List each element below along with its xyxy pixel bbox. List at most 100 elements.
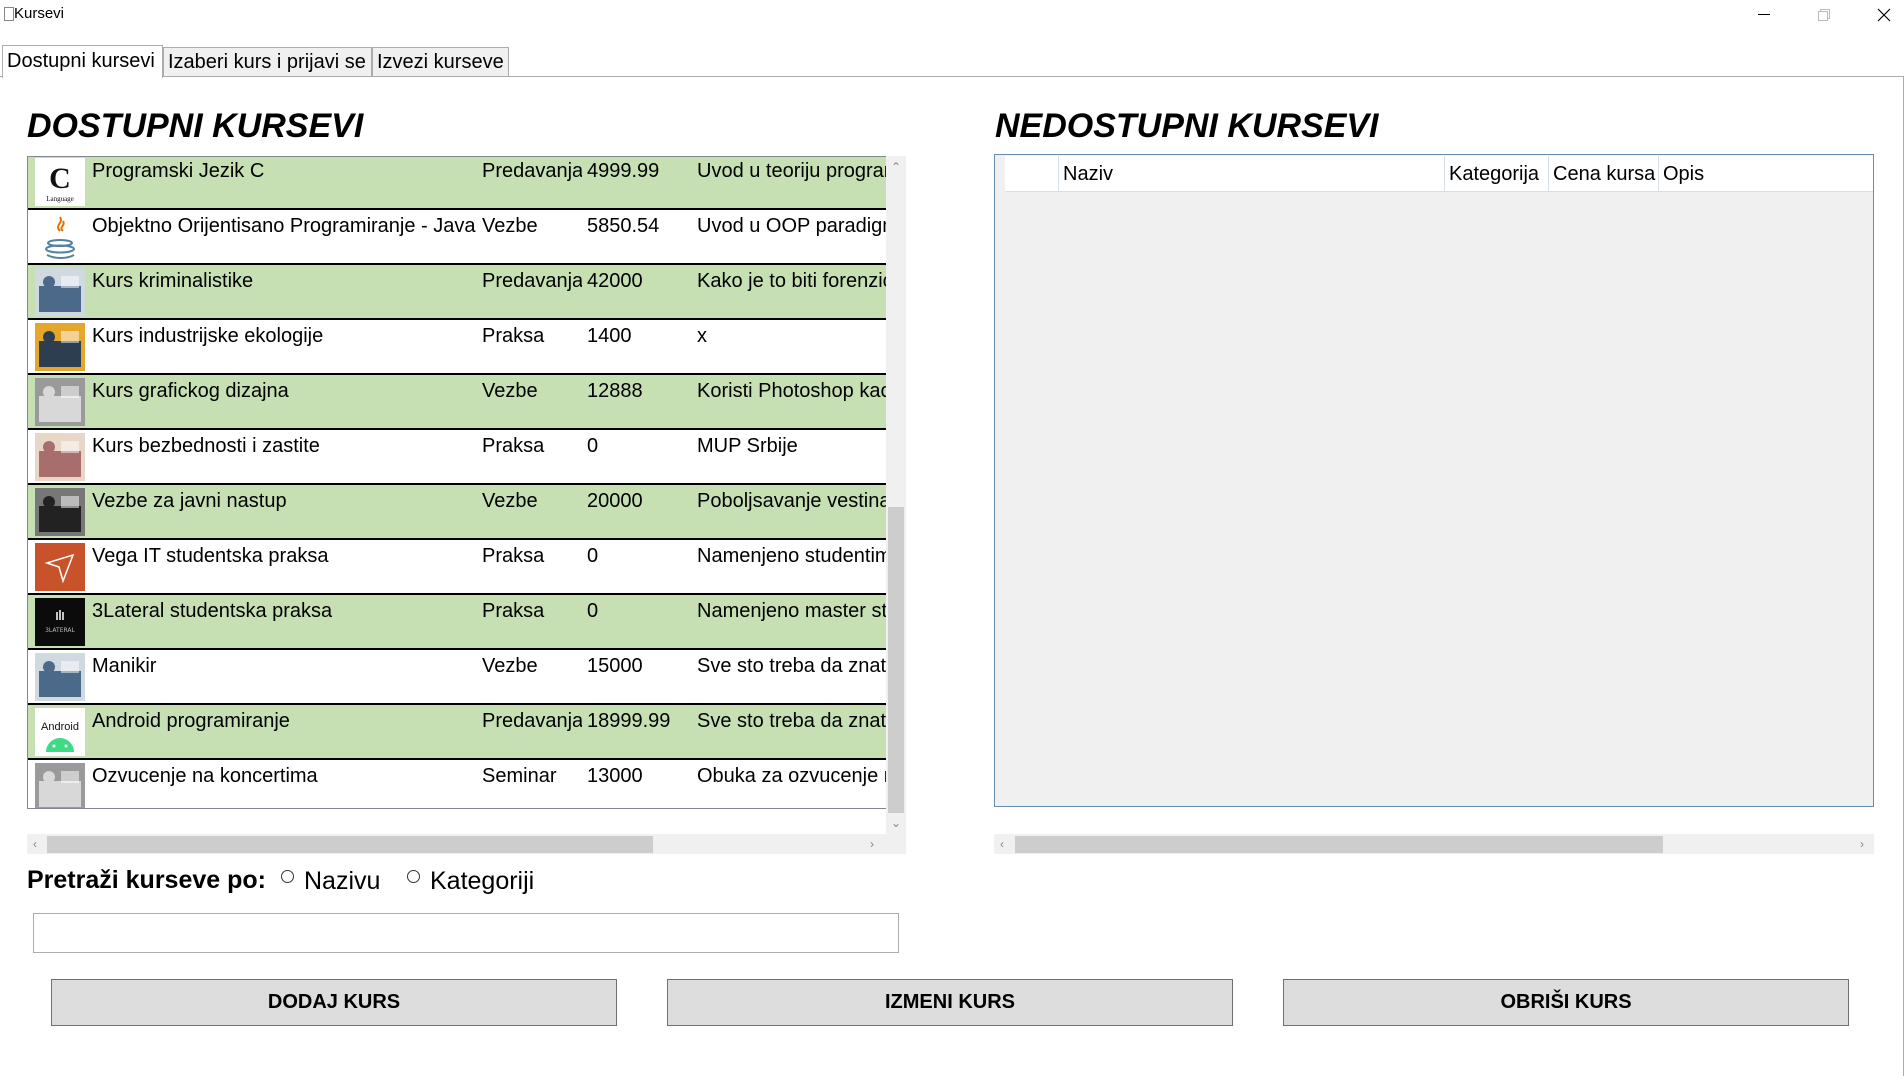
course-price: 1400 bbox=[587, 325, 632, 347]
tab-izaberi-kurs[interactable]: Izaberi kurs i prijavi se bbox=[163, 47, 372, 77]
course-category: Praksa bbox=[482, 600, 545, 622]
course-price: 13000 bbox=[587, 765, 643, 787]
course-category: Vezbe bbox=[482, 215, 538, 237]
list-item[interactable]: Kurs industrijske ekologije Praksa 1400 x bbox=[28, 320, 888, 375]
list-item[interactable]: Manikir Vezbe 15000 Sve sto treba da znate bbox=[28, 650, 888, 705]
course-thumbnail bbox=[35, 543, 85, 591]
course-name: Kurs industrijske ekologije bbox=[92, 325, 324, 347]
course-thumbnail bbox=[35, 323, 85, 371]
list-item[interactable]: Kurs grafickog dizajna Vezbe 12888 Koristi … bbox=[28, 375, 888, 430]
course-category: Praksa bbox=[482, 325, 545, 347]
radio-circle[interactable] bbox=[407, 870, 420, 883]
minimize-button[interactable] bbox=[1736, 0, 1792, 30]
list-horizontal-scrollbar[interactable]: ‹ › bbox=[27, 834, 906, 854]
list-item[interactable]: C Language Programski Jezik C Predavanja 499… bbox=[28, 157, 888, 210]
unavailable-courses-heading: NEDOSTUPNI KURSEVI bbox=[995, 107, 1379, 145]
course-name: Vega IT studentska praksa bbox=[92, 545, 329, 567]
tab-strip: Dostupni kursevi Izaberi kurs i prijavi … bbox=[0, 45, 1904, 78]
course-description: Namenjeno master studentima bbox=[697, 600, 888, 622]
course-name: Programski Jezik C bbox=[92, 160, 265, 182]
course-name: Manikir bbox=[92, 655, 157, 677]
course-category: Predavanja bbox=[482, 160, 582, 182]
grid-header-opis[interactable]: Opis bbox=[1659, 156, 1873, 191]
edit-course-button[interactable]: IZMENI KURS bbox=[667, 979, 1233, 1026]
radio-by-category[interactable]: Kategoriji bbox=[407, 867, 534, 896]
course-thumbnail bbox=[35, 488, 85, 536]
close-button[interactable] bbox=[1856, 0, 1904, 30]
course-thumbnail: 3LATERAL bbox=[35, 598, 85, 646]
list-item[interactable]: Kurs bezbednosti i zastite Praksa 0 MUP Srb… bbox=[28, 430, 888, 485]
maximize-button[interactable] bbox=[1796, 0, 1852, 30]
radio-by-name[interactable]: Nazivu bbox=[281, 867, 380, 896]
grid-header-kategorija[interactable]: Kategorija bbox=[1445, 156, 1549, 191]
available-courses-list[interactable]: C Language Programski Jezik C Predavanja 499… bbox=[27, 156, 906, 809]
radio-by-category-label[interactable]: Kategoriji bbox=[430, 867, 534, 896]
course-thumbnail bbox=[35, 378, 85, 426]
unavailable-courses-grid[interactable]: Naziv Kategorija Cena kursa Opis bbox=[994, 154, 1874, 807]
scroll-right-icon[interactable]: › bbox=[870, 834, 874, 854]
course-category: Praksa bbox=[482, 435, 545, 457]
close-icon bbox=[1877, 8, 1891, 22]
course-name: Kurs kriminalistike bbox=[92, 270, 254, 292]
list-item[interactable]: Ozvucenje na koncertima Seminar 13000 Obuka… bbox=[28, 760, 888, 808]
course-description: Obuka za ozvucenje na koncertima bbox=[697, 765, 888, 787]
grid-horizontal-scroll-thumb[interactable] bbox=[1015, 836, 1663, 853]
course-name: 3Lateral studentska praksa bbox=[92, 600, 333, 622]
svg-text:C: C bbox=[49, 162, 71, 195]
course-thumbnail: C Language bbox=[35, 158, 85, 206]
course-description: Sve sto treba da znate bbox=[697, 710, 888, 732]
scroll-up-icon[interactable]: ⌃ bbox=[891, 157, 901, 177]
course-name: Ozvucenje na koncertima bbox=[92, 765, 318, 787]
course-description: Kako je to biti forenzicar bbox=[697, 270, 888, 292]
course-price: 0 bbox=[587, 600, 599, 622]
course-price: 42000 bbox=[587, 270, 643, 292]
search-input[interactable] bbox=[33, 913, 899, 953]
list-vertical-scrollbar[interactable]: ⌃ ⌄ bbox=[886, 156, 906, 835]
list-vertical-scroll-thumb[interactable] bbox=[888, 507, 904, 813]
course-category: Vezbe bbox=[482, 490, 538, 512]
window-title: Kursevi bbox=[14, 5, 65, 22]
course-thumbnail: Android bbox=[35, 708, 85, 756]
course-price: 0 bbox=[587, 545, 599, 567]
course-name: Kurs bezbednosti i zastite bbox=[92, 435, 320, 457]
course-price: 15000 bbox=[587, 655, 643, 677]
list-item[interactable]: Kurs kriminalistike Predavanja 42000 Kako j… bbox=[28, 265, 888, 320]
radio-circle[interactable] bbox=[281, 870, 294, 883]
delete-course-button[interactable]: OBRIŠI KURS bbox=[1283, 979, 1849, 1026]
course-category: Vezbe bbox=[482, 655, 538, 677]
course-list-rows: C Language Programski Jezik C Predavanja 499… bbox=[28, 157, 888, 808]
course-name: Vezbe za javni nastup bbox=[92, 490, 287, 512]
scroll-right-icon[interactable]: › bbox=[1860, 834, 1864, 854]
course-category: Vezbe bbox=[482, 380, 538, 402]
tab-dostupni-kursevi[interactable]: Dostupni kursevi bbox=[2, 45, 163, 78]
course-thumbnail bbox=[35, 268, 85, 316]
course-price: 12888 bbox=[587, 380, 643, 402]
radio-by-name-label[interactable]: Nazivu bbox=[304, 867, 380, 896]
list-item[interactable]: Objektno Orijentisano Programiranje - Ja… bbox=[28, 210, 888, 265]
grid-header-select[interactable] bbox=[1005, 156, 1059, 191]
course-description: Sve sto treba da znate bbox=[697, 655, 888, 677]
scroll-left-icon[interactable]: ‹ bbox=[1000, 834, 1004, 854]
course-description: x bbox=[697, 325, 707, 347]
list-item[interactable]: Vega IT studentska praksa Praksa 0 Namenjen… bbox=[28, 540, 888, 595]
list-item[interactable]: Android Android programiranje Predavanja 18… bbox=[28, 705, 888, 760]
course-description: Poboljsavanje vestina bbox=[697, 490, 888, 512]
course-price: 5850.54 bbox=[587, 215, 660, 237]
list-horizontal-scroll-thumb[interactable] bbox=[47, 836, 653, 853]
scroll-left-icon[interactable]: ‹ bbox=[33, 834, 37, 854]
add-course-button[interactable]: DODAJ KURS bbox=[51, 979, 617, 1026]
course-price: 18999.99 bbox=[587, 710, 671, 732]
grid-header-naziv[interactable]: Naziv bbox=[1059, 156, 1445, 191]
available-courses-heading: DOSTUPNI KURSEVI bbox=[27, 107, 364, 145]
grid-horizontal-scrollbar[interactable]: ‹ › bbox=[994, 834, 1874, 854]
svg-text:3LATERAL: 3LATERAL bbox=[45, 627, 75, 634]
tab-izvezi-kurseve[interactable]: Izvezi kurseve bbox=[372, 47, 509, 77]
grid-header-cena[interactable]: Cena kursa bbox=[1549, 156, 1659, 191]
scroll-down-icon[interactable]: ⌄ bbox=[891, 813, 901, 833]
title-bar: Kursevi bbox=[0, 0, 1904, 30]
course-price: 0 bbox=[587, 435, 599, 457]
maximize-icon bbox=[1818, 9, 1830, 21]
list-item[interactable]: Vezbe za javni nastup Vezbe 20000 Poboljsav… bbox=[28, 485, 888, 540]
course-category: Seminar bbox=[482, 765, 557, 787]
list-item[interactable]: 3LATERAL 3Lateral studentska praksa Praksa… bbox=[28, 595, 888, 650]
